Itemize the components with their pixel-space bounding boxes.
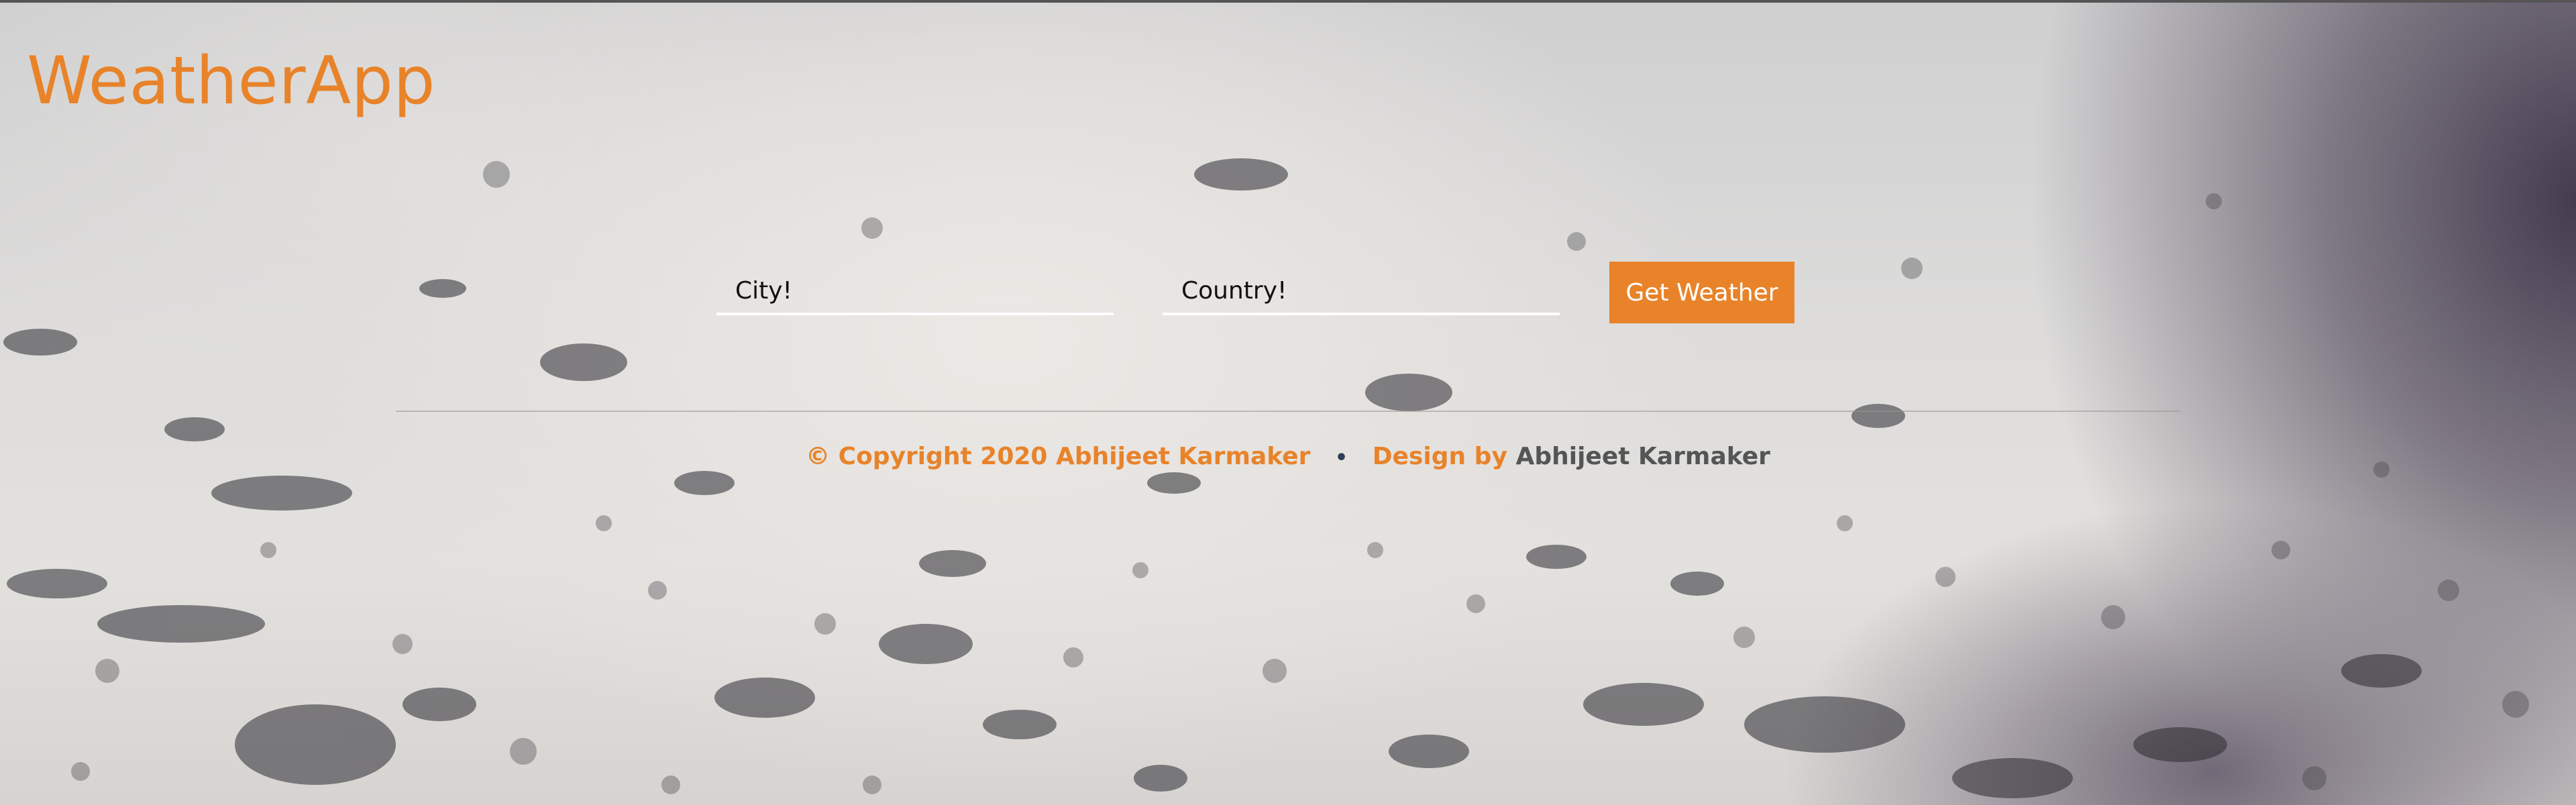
copyright-text: © Copyright 2020 Abhijeet Karmaker: [806, 443, 1311, 470]
bullet-icon: •: [1334, 445, 1348, 470]
app-logo-title[interactable]: WeatherApp: [27, 48, 435, 114]
city-input[interactable]: [716, 268, 1114, 315]
top-border: [0, 0, 2576, 3]
raindrops-background: [3, 158, 2529, 798]
designer-name-link[interactable]: Abhijeet Karmaker: [1515, 443, 1770, 470]
country-input[interactable]: [1163, 268, 1560, 315]
footer-divider: [396, 411, 2180, 412]
footer: © Copyright 2020 Abhijeet Karmaker • Des…: [0, 443, 2576, 470]
design-by-label: Design by: [1372, 443, 1507, 470]
get-weather-button[interactable]: Get Weather: [1609, 262, 1794, 323]
